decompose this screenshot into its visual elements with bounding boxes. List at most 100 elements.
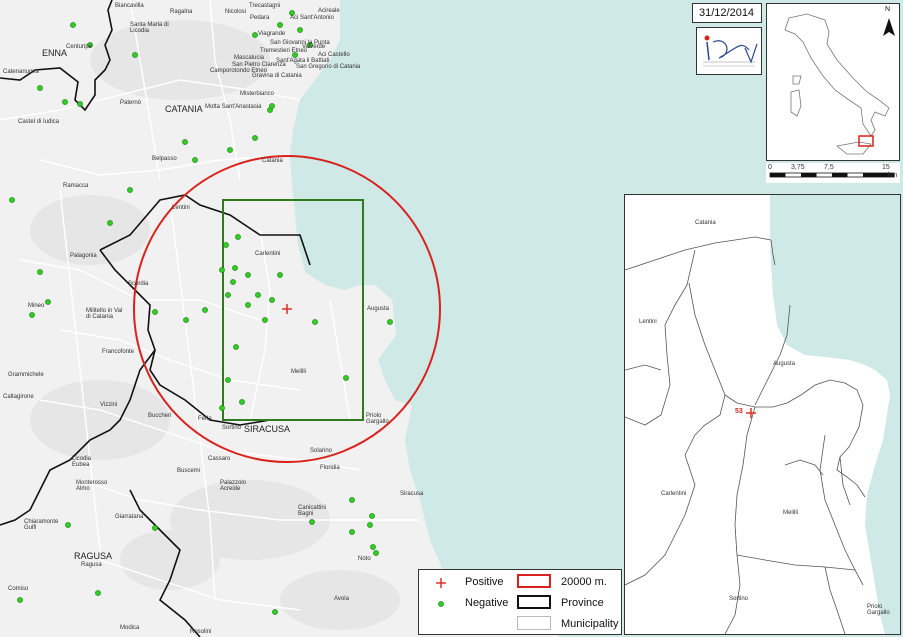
inset-place-label: Sortino — [729, 596, 749, 602]
negative-point — [225, 292, 231, 298]
place-label: Santa Maria di Licodia — [130, 22, 169, 34]
place-label: Melilli — [291, 369, 306, 375]
province-label: RAGUSA — [74, 551, 113, 561]
place-label: Aci Sant'Antonio — [290, 15, 334, 21]
negative-point — [269, 297, 275, 303]
negative-point — [227, 147, 233, 153]
negative-point — [37, 269, 43, 275]
inset-place-label: Catania — [695, 220, 716, 226]
place-label: Paternò — [120, 100, 142, 106]
place-label: Cassaro — [208, 456, 231, 462]
negative-point — [252, 135, 258, 141]
place-label: Palazzolo Acreide — [220, 480, 247, 492]
place-label: Tremestieri Etneo — [260, 48, 308, 54]
institute-logo — [703, 35, 758, 67]
place-label: Avola — [334, 596, 349, 602]
negative-point — [230, 279, 236, 285]
date-label: 31/12/2014 — [699, 7, 755, 19]
place-label: Floridia — [320, 465, 340, 471]
place-label: Comiso — [8, 586, 29, 592]
place-label: Carlentini — [255, 251, 281, 257]
place-label: Vizzini — [100, 402, 118, 408]
negative-point — [152, 309, 158, 315]
negative-point — [9, 197, 15, 203]
legend-negative-label: Negative — [465, 597, 509, 609]
scale-bar: 0 3,75 7,5 15 km — [766, 163, 900, 183]
north-label: N — [885, 6, 891, 13]
place-label: Catenanuova — [3, 69, 39, 75]
place-label: Francofonte — [102, 349, 135, 355]
negative-point — [367, 522, 373, 528]
place-label: San Pietro Clarenza — [232, 62, 286, 68]
place-label: Aci Castello — [318, 52, 350, 58]
province-label: ENNA — [42, 48, 68, 58]
place-label: Catania — [262, 158, 283, 164]
negative-point — [225, 377, 231, 383]
negative-point — [239, 399, 245, 405]
negative-point — [107, 220, 113, 226]
negative-point — [219, 267, 225, 273]
negative-point — [349, 497, 355, 503]
negative-point — [77, 101, 83, 107]
negative-point — [349, 529, 355, 535]
legend-province-swatch — [517, 595, 551, 609]
inset-place-label: Melilli — [783, 510, 798, 516]
negative-point — [183, 317, 189, 323]
legend-municipality-label: Municipality — [561, 618, 619, 630]
negative-point — [373, 550, 379, 556]
legend-buffer-swatch — [517, 574, 551, 588]
place-label: Licodia Eubea — [72, 456, 92, 468]
date-box: 31/12/2014 — [692, 3, 762, 23]
overview-map: N — [766, 3, 900, 161]
place-label: Motta Sant'Anastasia — [205, 104, 262, 110]
scale-tick: 3,75 — [791, 164, 805, 171]
place-label: Ferla — [198, 416, 212, 422]
negative-point — [312, 319, 318, 325]
negative-point — [387, 319, 393, 325]
place-label: Pedara — [250, 15, 270, 21]
negative-point — [65, 522, 71, 528]
negative-point — [277, 22, 283, 28]
legend-negative-icon — [438, 601, 444, 607]
negative-point — [152, 525, 158, 531]
negative-point — [70, 22, 76, 28]
place-label: Ragusa — [81, 562, 102, 568]
negative-point — [132, 52, 138, 58]
place-label: Priolo Gargallo — [366, 413, 389, 425]
legend-positive-label: Positive — [465, 576, 504, 588]
province-label: CATANIA — [165, 104, 203, 114]
negative-point — [269, 103, 275, 109]
negative-point — [297, 27, 303, 33]
negative-point — [29, 312, 35, 318]
logo-box — [696, 27, 762, 75]
negative-point — [245, 302, 251, 308]
place-label: Ragalna — [170, 9, 193, 15]
negative-point — [223, 242, 229, 248]
negative-point — [370, 544, 376, 550]
negative-point — [343, 375, 349, 381]
inset-place-label: Augusta — [773, 361, 796, 367]
legend-municipality-swatch — [517, 616, 551, 630]
negative-point — [235, 234, 241, 240]
place-label: Mascalucia — [234, 55, 265, 61]
place-label: Lentini — [172, 205, 190, 211]
place-label: Castel di Iudica — [18, 119, 60, 125]
place-label: Misterbianco — [240, 91, 275, 97]
place-label: Modica — [120, 625, 140, 631]
legend-province-label: Province — [561, 597, 604, 609]
place-label: Grammichele — [8, 372, 44, 378]
legend-positive-icon — [436, 578, 446, 588]
place-label: Palagonia — [70, 253, 97, 259]
place-label: Acireale — [318, 8, 340, 14]
negative-point — [45, 299, 51, 305]
place-label: Monterosso Almo — [76, 480, 108, 492]
negative-point — [202, 307, 208, 313]
place-label: Solarino — [310, 448, 333, 454]
place-label: Giarratana — [115, 514, 144, 520]
place-label: Buccheri — [148, 413, 172, 419]
place-label: Gravina di Catania — [252, 73, 302, 79]
place-label: Buscemi — [177, 468, 201, 474]
place-label: Siracusa — [400, 491, 424, 497]
negative-point — [62, 99, 68, 105]
negative-point — [255, 292, 261, 298]
